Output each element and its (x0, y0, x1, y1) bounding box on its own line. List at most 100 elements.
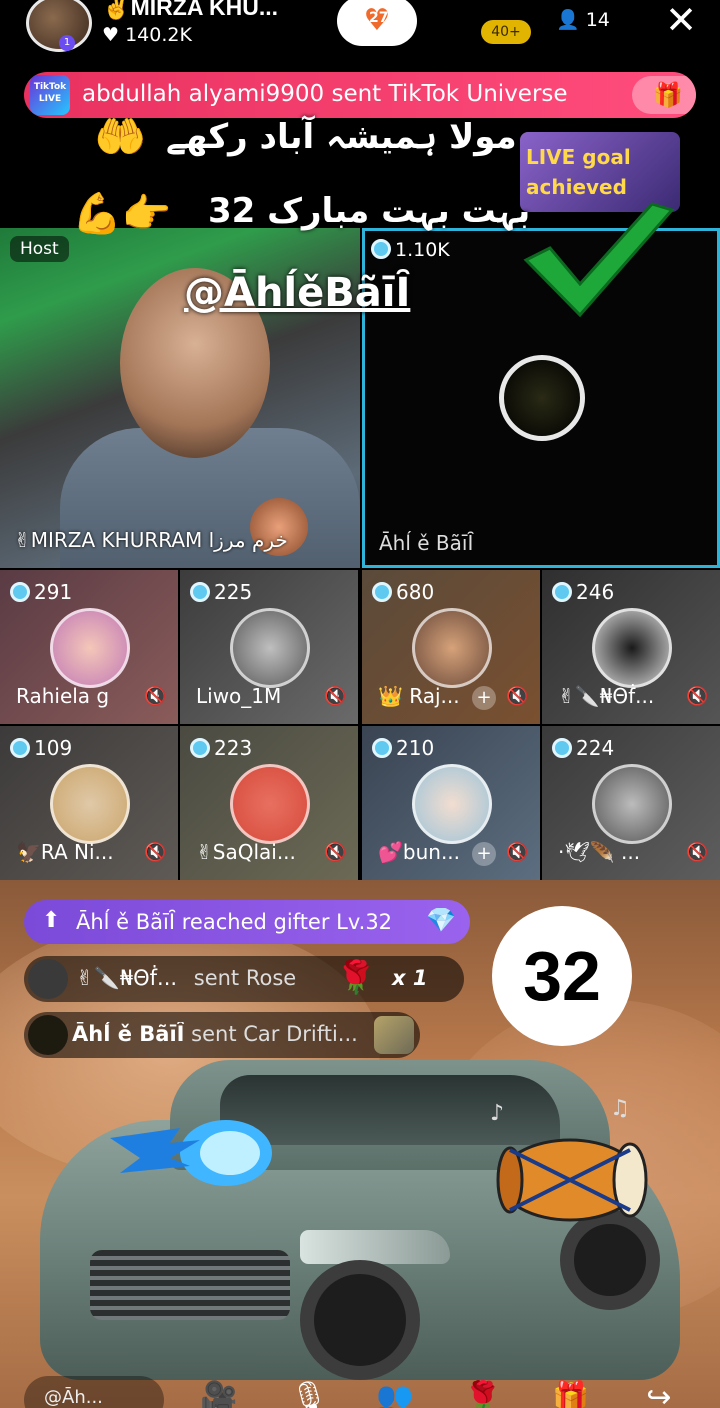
car-grille (90, 1250, 290, 1320)
checkmark-icon (523, 202, 675, 318)
gift-icon[interactable]: 🎁 (632, 76, 696, 114)
seat-tile[interactable]: 210 💕bun... + 🔇 (362, 726, 540, 880)
mic-muted-icon: 🔇 (506, 842, 529, 863)
seat-tile[interactable]: 109 🦅RA Ni... 🔇 (0, 726, 178, 880)
gift-multiplier: x 1 (392, 966, 428, 990)
mic-muted-icon: 🔇 (686, 686, 709, 707)
seat-tile[interactable]: 680 👑 Raj... + 🔇 (362, 570, 540, 724)
chat-message-text: Āhĺ ě BãīȊ sent Car Drifti... (72, 1022, 372, 1046)
avatar (230, 764, 310, 844)
guest-score-value: 1.10K (395, 239, 450, 261)
top-bar: 1 ✌MIRZA KHU... ♥ 140.2K ♥ 27 40+ 👤 14 ✕ (0, 0, 720, 64)
avatar (592, 764, 672, 844)
gift-icon[interactable]: 🎁 (548, 1378, 594, 1408)
tiktok-live-icon: TikTok LIVE (30, 75, 70, 115)
seat-tile[interactable]: 223 ✌SaQlai... 🔇 (180, 726, 358, 880)
heart-icon: ♥ (102, 24, 120, 46)
coin-icon (10, 738, 30, 758)
seat-tile[interactable]: 291 Rahiela g 🔇 (0, 570, 178, 724)
seat-score-value: 210 (396, 736, 435, 760)
mic-muted-icon: 🔇 (686, 842, 709, 863)
chat-username: ✌🔪₦Θḟ... (76, 966, 178, 990)
seat-name: 🦅RA Ni... (16, 840, 114, 864)
flex-arm-icon: 💪👉 (72, 191, 172, 237)
level-up-text: Āhĺ ě BãīȊ reached gifter Lv.32 (76, 910, 393, 934)
seat-score-value: 680 (396, 580, 435, 604)
chat-message[interactable]: Āhĺ ě BãīȊ sent Car Drifti... (24, 1012, 420, 1058)
chat-action: sent Rose (193, 966, 297, 990)
add-icon[interactable]: + (472, 842, 496, 866)
coin-icon (372, 582, 392, 602)
coin-icon (372, 738, 392, 758)
seat-name: ·🕊🪶 ... (558, 840, 641, 864)
camera-off-icon[interactable]: 🎥 (196, 1378, 242, 1408)
svg-text:♫: ♫ (610, 1096, 630, 1121)
seat-score: 225 (190, 580, 252, 604)
seat-score: 223 (190, 736, 252, 760)
fireball-sticker-icon (110, 1120, 272, 1186)
viewer-value: 14 (585, 9, 610, 31)
rose-gift-icon[interactable]: 🌹 (460, 1378, 506, 1408)
seat-score: 291 (10, 580, 72, 604)
avatar (28, 1015, 68, 1055)
seat-score: 246 (552, 580, 614, 604)
car-headlight (300, 1230, 450, 1264)
seat-score-value: 246 (576, 580, 615, 604)
seat-score-value: 223 (214, 736, 253, 760)
seat-score-value: 225 (214, 580, 253, 604)
overlay-urdu-line1: مولا ہمیشہ آباد رکھے (166, 117, 517, 157)
diamond-icon: 💎 (426, 906, 456, 934)
coin-icon (190, 738, 210, 758)
avatar (592, 608, 672, 688)
comment-input[interactable]: @Āh... (24, 1376, 164, 1408)
seat-score: 210 (372, 736, 434, 760)
seat-score-value: 291 (34, 580, 73, 604)
level-up-message: ⬆ Āhĺ ě BãīȊ reached gifter Lv.32 💎 (24, 900, 470, 944)
avatar (412, 764, 492, 844)
avatar (230, 608, 310, 688)
guests-icon[interactable]: 👥 (372, 1378, 418, 1408)
coin-icon (190, 582, 210, 602)
seat-tile[interactable]: 224 ·🕊🪶 ... 🔇 (542, 726, 720, 880)
add-icon[interactable]: + (472, 686, 496, 710)
overlay-watermark: @ĀhĺěBãīȊ (184, 270, 411, 316)
rose-icon: 🌹 (336, 958, 376, 996)
guest-name: Āhĺ ě BãīȊ (379, 531, 474, 555)
car-gift-icon (374, 1016, 414, 1054)
mic-off-icon[interactable]: 🎙 (286, 1378, 332, 1408)
share-icon[interactable]: ↪ (636, 1378, 682, 1408)
mic-muted-icon: 🔇 (144, 686, 167, 707)
chat-message[interactable]: ✌🔪₦Θḟ... sent Rose 🌹 x 1 (24, 956, 464, 1002)
arrow-up-icon: ⬆ (42, 908, 61, 933)
viewer-count[interactable]: 👤 14 (556, 8, 610, 31)
mic-muted-icon: 🔇 (506, 686, 529, 707)
svg-text:♪: ♪ (490, 1101, 504, 1126)
coin-icon (10, 582, 30, 602)
coin-icon (552, 582, 572, 602)
seat-tile[interactable]: 246 ✌🔪₦Θḟ... 🔇 (542, 570, 720, 724)
gift-banner-text: abdullah alyami9900 sent TikTok Universe (82, 81, 568, 107)
car-wheel (300, 1260, 420, 1380)
avatar (50, 764, 130, 844)
host-tile-name: ✌MIRZA KHURRAM خرم مرزا (14, 528, 288, 552)
rank-badge[interactable]: 40+ (481, 20, 531, 44)
coin-icon (552, 738, 572, 758)
overlay-urdu-line2: بہت بہت مبارک 32 (208, 191, 531, 231)
close-button[interactable]: ✕ (660, 0, 702, 40)
follow-button[interactable]: ♥ 27 (337, 0, 417, 46)
host-label: Host (10, 236, 69, 262)
number-bubble: 32 (492, 906, 632, 1046)
follow-count: 27 (369, 10, 389, 26)
host-avatar[interactable]: 1 (26, 0, 92, 52)
bottom-toolbar: @Āh... 🎥 🎙 👥 🌹 🎁 ↪ (0, 1372, 720, 1408)
level-badge: 1 (59, 35, 75, 51)
drum-sticker-icon: ♪ ♫ (490, 1096, 648, 1222)
seat-name: ✌🔪₦Θḟ... (558, 684, 655, 708)
avatar (412, 608, 492, 688)
seat-tile[interactable]: 225 Liwo_1M 🔇 (180, 570, 358, 724)
host-name[interactable]: ✌MIRZA KHU... (102, 0, 278, 21)
avatar (50, 608, 130, 688)
seat-name: ✌SaQlai... (196, 840, 296, 864)
seat-score: 680 (372, 580, 434, 604)
mic-muted-icon: 🔇 (144, 842, 167, 863)
